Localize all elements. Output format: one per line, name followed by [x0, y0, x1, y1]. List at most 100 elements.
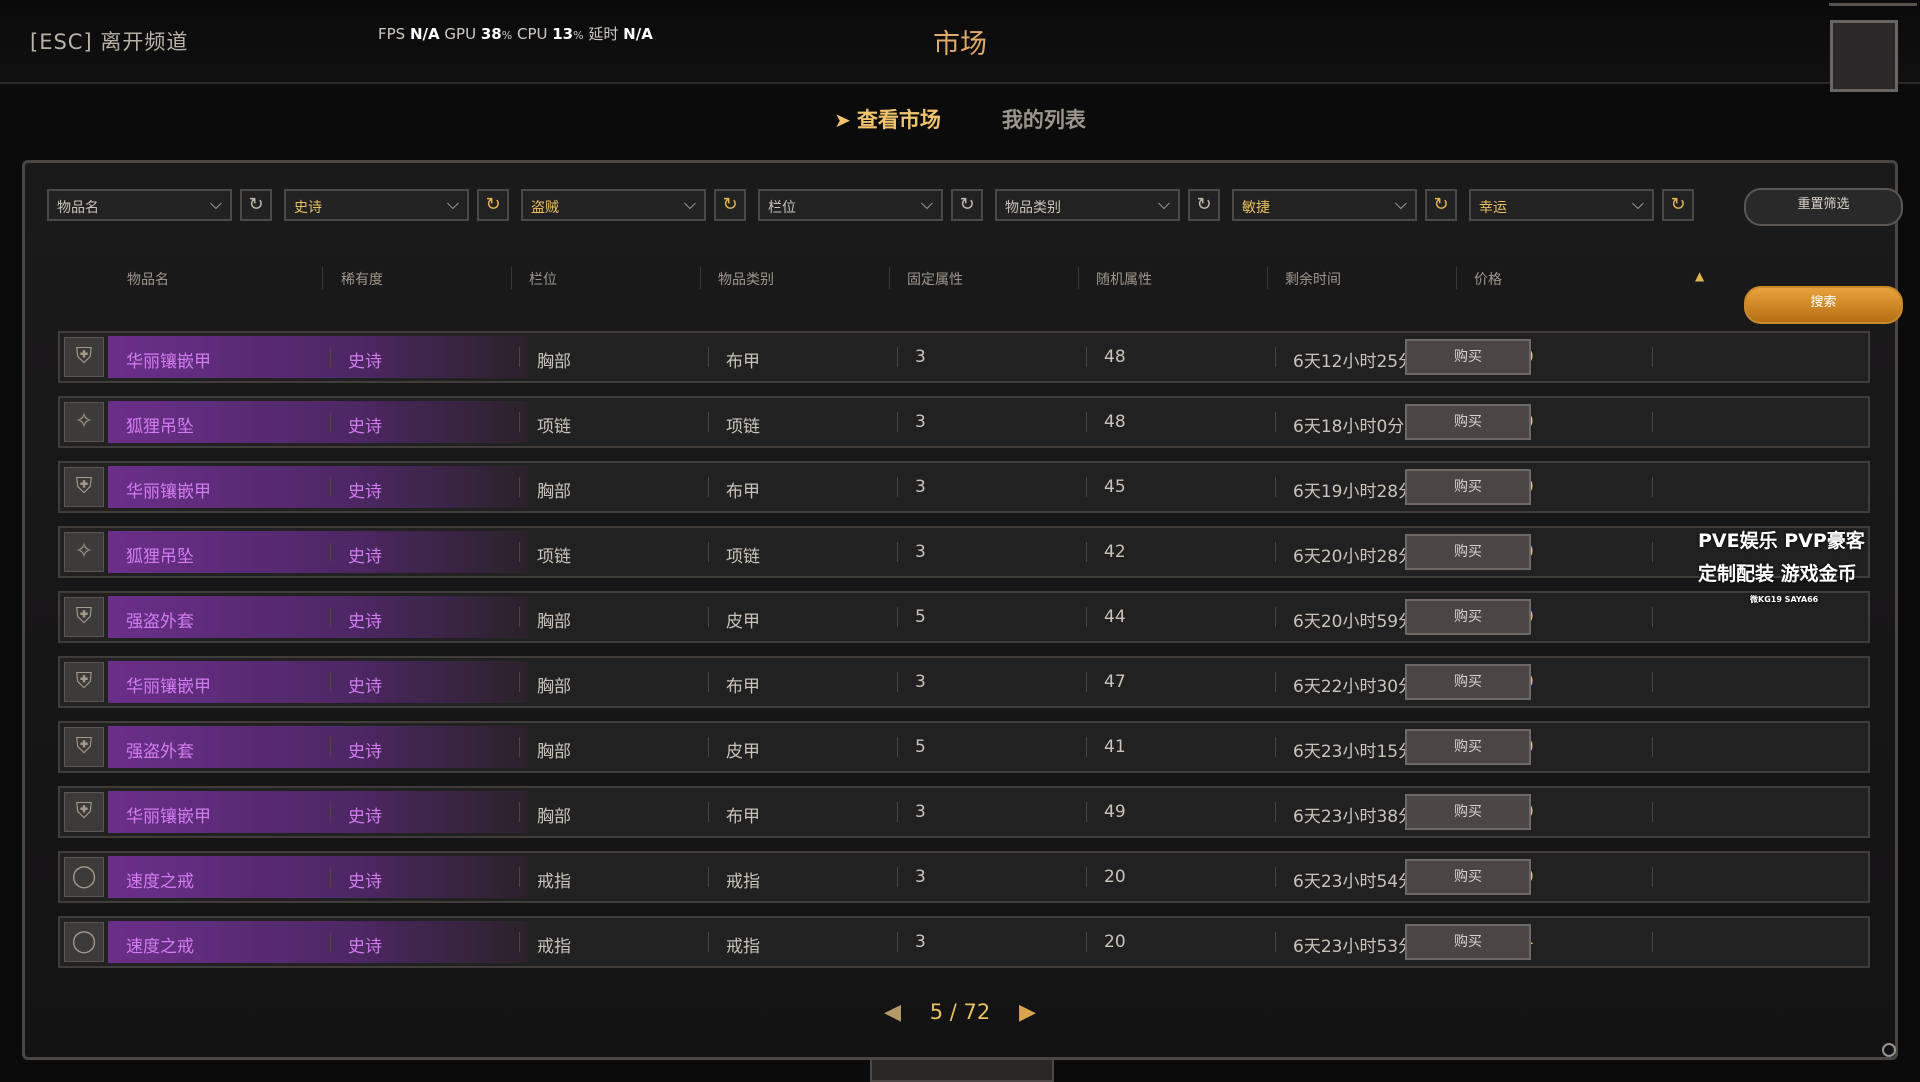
column-header[interactable]: 物品名 [127, 269, 169, 289]
table-row[interactable]: ✧狐狸吊坠史诗项链项链3486天18小时0分钟●150购买 [58, 396, 1870, 448]
filter-category[interactable]: 物品类别 ⌵ [995, 189, 1180, 221]
fixed-stat-cell: 3 [915, 867, 926, 887]
armor-icon: ⛨ [64, 792, 104, 832]
table-row[interactable]: ◯速度之戒史诗戒指戒指3206天23小时53分钟●154购买 [58, 916, 1870, 968]
refresh-icon[interactable]: ↻ [951, 189, 983, 221]
column-header[interactable]: 稀有度 [341, 269, 383, 289]
buy-button[interactable]: 购买 [1405, 599, 1531, 635]
key-icon[interactable] [1829, 3, 1917, 92]
column-divider [897, 672, 898, 692]
buy-button[interactable]: 购买 [1405, 794, 1531, 830]
time-remaining-cell: 6天18小时0分钟 [1293, 417, 1422, 437]
column-header[interactable]: 固定属性 [907, 269, 963, 289]
buy-button[interactable]: 购买 [1405, 469, 1531, 505]
table-row[interactable]: ⛨强盗外套史诗胸部皮甲5446天20小时59分钟●150购买 [58, 591, 1870, 643]
refresh-icon[interactable]: ↻ [240, 189, 272, 221]
item-name-cell: 强盗外套 [126, 742, 194, 762]
slot-cell: 项链 [537, 547, 571, 567]
chevron-down-icon: ⌵ [683, 194, 696, 213]
fixed-stat-cell: 3 [915, 347, 926, 367]
refresh-icon[interactable]: ↻ [1425, 189, 1457, 221]
table-row[interactable]: ◯速度之戒史诗戒指戒指3206天23小时54分钟●150购买 [58, 851, 1870, 903]
filter-label: 物品名 [57, 200, 99, 216]
refresh-icon[interactable]: ↻ [714, 189, 746, 221]
buy-button[interactable]: 购买 [1405, 404, 1531, 440]
tab-my-list[interactable]: 我的列表 [1002, 104, 1086, 134]
column-divider [1267, 267, 1268, 289]
filter-label: 栏位 [768, 200, 796, 216]
column-divider [330, 802, 331, 822]
category-cell: 布甲 [726, 352, 760, 372]
chevron-down-icon: ⌵ [1394, 194, 1407, 213]
fixed-stat-cell: 3 [915, 672, 926, 692]
item-name-cell: 华丽镶嵌甲 [126, 807, 211, 827]
filter-agility[interactable]: 敏捷 ⌵ [1232, 189, 1417, 221]
buy-button[interactable]: 购买 [1405, 859, 1531, 895]
chevron-down-icon: ⌵ [446, 194, 459, 213]
column-divider [1652, 542, 1653, 562]
column-header[interactable]: 价格 [1474, 269, 1502, 289]
column-divider [1086, 607, 1087, 627]
rarity-cell: 史诗 [348, 417, 382, 437]
column-divider [1652, 412, 1653, 432]
prev-page-icon[interactable]: ◀ [884, 1000, 901, 1025]
item-name-cell: 华丽镶嵌甲 [126, 482, 211, 502]
column-header[interactable]: 栏位 [529, 269, 557, 289]
column-divider [1652, 672, 1653, 692]
tab-bar: ➤ 查看市场 我的列表 [0, 104, 1920, 134]
table-row[interactable]: ⛨强盗外套史诗胸部皮甲5416天23小时15分钟●150购买 [58, 721, 1870, 773]
buy-button[interactable]: 购买 [1405, 924, 1531, 960]
column-divider [519, 347, 520, 367]
slot-cell: 胸部 [537, 352, 571, 372]
table-row[interactable]: ⛨华丽镶嵌甲史诗胸部布甲3496天23小时38分钟●150购买 [58, 786, 1870, 838]
current-page: 5 [929, 1000, 944, 1024]
item-name-cell: 速度之戒 [126, 872, 194, 892]
buy-button[interactable]: 购买 [1405, 729, 1531, 765]
filter-luck[interactable]: 幸运 ⌵ [1469, 189, 1654, 221]
slot-cell: 胸部 [537, 807, 571, 827]
random-stat-cell: 44 [1104, 607, 1126, 627]
settings-dot-icon[interactable] [1882, 1043, 1896, 1057]
column-divider [1086, 867, 1087, 887]
table-row[interactable]: ⛨华丽镶嵌甲史诗胸部布甲3456天19小时28分钟●150购买 [58, 461, 1870, 513]
refresh-icon[interactable]: ↻ [1662, 189, 1694, 221]
filter-slot[interactable]: 栏位 ⌵ [758, 189, 943, 221]
table-row[interactable]: ⛨华丽镶嵌甲史诗胸部布甲3476天22小时30分钟●150购买 [58, 656, 1870, 708]
column-header[interactable]: 物品类别 [718, 269, 774, 289]
column-header[interactable]: 剩余时间 [1285, 269, 1341, 289]
rarity-cell: 史诗 [348, 872, 382, 892]
filter-item-name[interactable]: 物品名 ⌵ [47, 189, 232, 221]
sort-asc-icon[interactable]: ▲ [1695, 269, 1704, 283]
column-divider [330, 607, 331, 627]
buy-button[interactable]: 购买 [1405, 664, 1531, 700]
top-bar: [ESC] 离开频道 FPS N/A GPU 38% CPU 13% 延时 N/… [0, 0, 1920, 92]
buy-button[interactable]: 购买 [1405, 339, 1531, 375]
table-row[interactable]: ✧狐狸吊坠史诗项链项链3426天20小时28分钟●150购买 [58, 526, 1870, 578]
category-cell: 戒指 [726, 872, 760, 892]
column-divider [330, 867, 331, 887]
reset-filters-button[interactable]: 重置筛选 [1744, 188, 1903, 226]
refresh-icon[interactable]: ↻ [477, 189, 509, 221]
table-header: 物品名 稀有度 栏位 物品类别 固定属性 随机属性 剩余时间 价格 ▲ [25, 255, 1895, 303]
filter-class[interactable]: 盗贼 ⌵ [521, 189, 706, 221]
armor-icon: ⛨ [64, 662, 104, 702]
buy-button[interactable]: 购买 [1405, 534, 1531, 570]
column-divider [700, 267, 701, 289]
column-header[interactable]: 随机属性 [1096, 269, 1152, 289]
filter-rarity[interactable]: 史诗 ⌵ [284, 189, 469, 221]
column-divider [897, 802, 898, 822]
slot-cell: 胸部 [537, 677, 571, 697]
column-divider [1086, 412, 1087, 432]
column-divider [1652, 867, 1653, 887]
next-page-icon[interactable]: ▶ [1019, 1000, 1036, 1025]
table-row[interactable]: ⛨华丽镶嵌甲史诗胸部布甲3486天12小时25分钟●150购买 [58, 331, 1870, 383]
chevron-down-icon: ⌵ [1631, 194, 1644, 213]
fixed-stat-cell: 3 [915, 477, 926, 497]
column-divider [1652, 737, 1653, 757]
coat-icon: ⛨ [64, 597, 104, 637]
category-cell: 布甲 [726, 482, 760, 502]
tab-view-market[interactable]: ➤ 查看市场 [834, 104, 941, 134]
page-title: 市场 [933, 29, 987, 60]
random-stat-cell: 20 [1104, 932, 1126, 952]
refresh-icon[interactable]: ↻ [1188, 189, 1220, 221]
